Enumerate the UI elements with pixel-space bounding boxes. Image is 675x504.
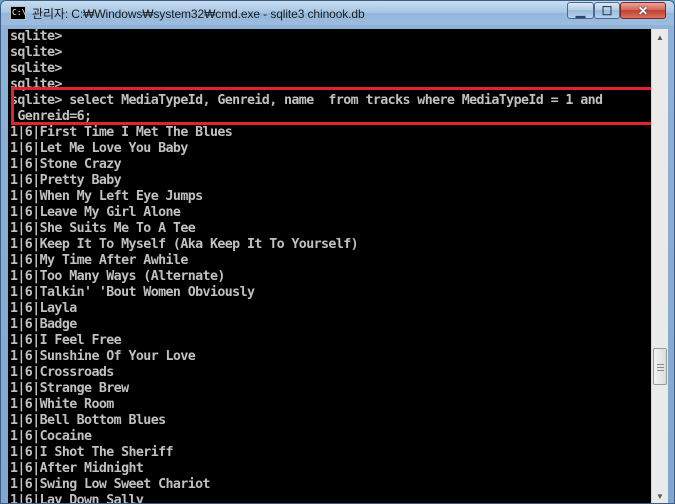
console-line: 1|6|Badge — [10, 317, 77, 332]
console-line: sqlite> select MediaTypeId, Genreid, nam… — [10, 93, 603, 108]
console-line: 1|6|Strange Brew — [10, 381, 129, 396]
console-line: sqlite> — [10, 61, 62, 76]
console-line: 1|6|Cocaine — [10, 429, 92, 444]
scroll-down-button[interactable]: ▼ — [652, 488, 668, 503]
maximize-icon: ☐ — [601, 3, 613, 18]
console-line: 1|6|Sunshine Of Your Love — [10, 349, 196, 364]
console-line: 1|6|When My Left Eye Jumps — [10, 189, 203, 204]
console-line: 1|6|I Shot The Sheriff — [10, 445, 174, 460]
console-line: 1|6|Swing Low Sweet Chariot — [10, 477, 211, 492]
grip-line — [657, 370, 664, 371]
console-line: 1|6|She Suits Me To A Tee — [10, 221, 196, 236]
console-line: 1|6|First Time I Met The Blues — [10, 125, 233, 140]
console-line: 1|6|Pretty Baby — [10, 173, 122, 188]
arrow-down-icon: ▼ — [656, 492, 664, 501]
console-line: 1|6|Crossroads — [10, 365, 114, 380]
window-title: 관리자: C:₩Windows₩system32₩cmd.exe - sqlit… — [32, 7, 365, 21]
console-line: 1|6|Leave My Girl Alone — [10, 205, 181, 220]
cmd-window: C:\ 관리자: C:₩Windows₩system32₩cmd.exe - s… — [0, 0, 675, 504]
vertical-scrollbar[interactable]: ▲ ▼ — [651, 29, 668, 503]
scroll-thumb[interactable] — [653, 348, 667, 385]
console-line: 1|6|Layla — [10, 301, 77, 316]
scroll-up-button[interactable]: ▲ — [652, 29, 668, 46]
console-lines: sqlite> sqlite> sqlite> sqlite> sqlite> sele… — [10, 29, 603, 504]
console-line: 1|6|My Time After Awhile — [10, 253, 188, 268]
grip-line — [657, 367, 664, 368]
console-line: 1|6|Keep It To Myself (Aka Keep It To Yo… — [10, 237, 359, 252]
console-line: sqlite> — [10, 45, 62, 60]
console-line: sqlite> — [10, 29, 62, 44]
console-line: 1|6|After Midnight — [10, 461, 144, 476]
close-button[interactable]: ✕ — [620, 2, 666, 19]
minimize-button[interactable]: ▁ — [567, 2, 594, 19]
console-line: 1|6|Stone Crazy — [10, 157, 122, 172]
arrow-up-icon: ▲ — [656, 33, 664, 42]
console-line: 1|6|Too Many Ways (Alternate) — [10, 269, 225, 284]
console-output[interactable]: sqlite> sqlite> sqlite> sqlite> sqlite> sele… — [8, 29, 651, 504]
console-line: 1|6|I Feel Free — [10, 333, 122, 348]
console-line: Genreid=6; — [10, 109, 92, 124]
title-bar[interactable]: C:\ 관리자: C:₩Windows₩system32₩cmd.exe - s… — [1, 1, 674, 25]
minimize-icon: ▁ — [575, 3, 586, 18]
console-line: 1|6|Talkin' 'Bout Women Obviously — [10, 285, 255, 300]
console-line: 1|6|Let Me Love You Baby — [10, 141, 188, 156]
console-line: 1|6|Lay Down Sally — [10, 493, 144, 504]
cmd-app-icon[interactable]: C:\ — [10, 6, 26, 20]
maximize-button[interactable]: ☐ — [594, 2, 620, 19]
console-line: sqlite> — [10, 77, 62, 92]
console-line: 1|6|White Room — [10, 397, 114, 412]
close-icon: ✕ — [637, 3, 649, 18]
grip-line — [657, 364, 664, 365]
console-line: 1|6|Bell Bottom Blues — [10, 413, 166, 428]
